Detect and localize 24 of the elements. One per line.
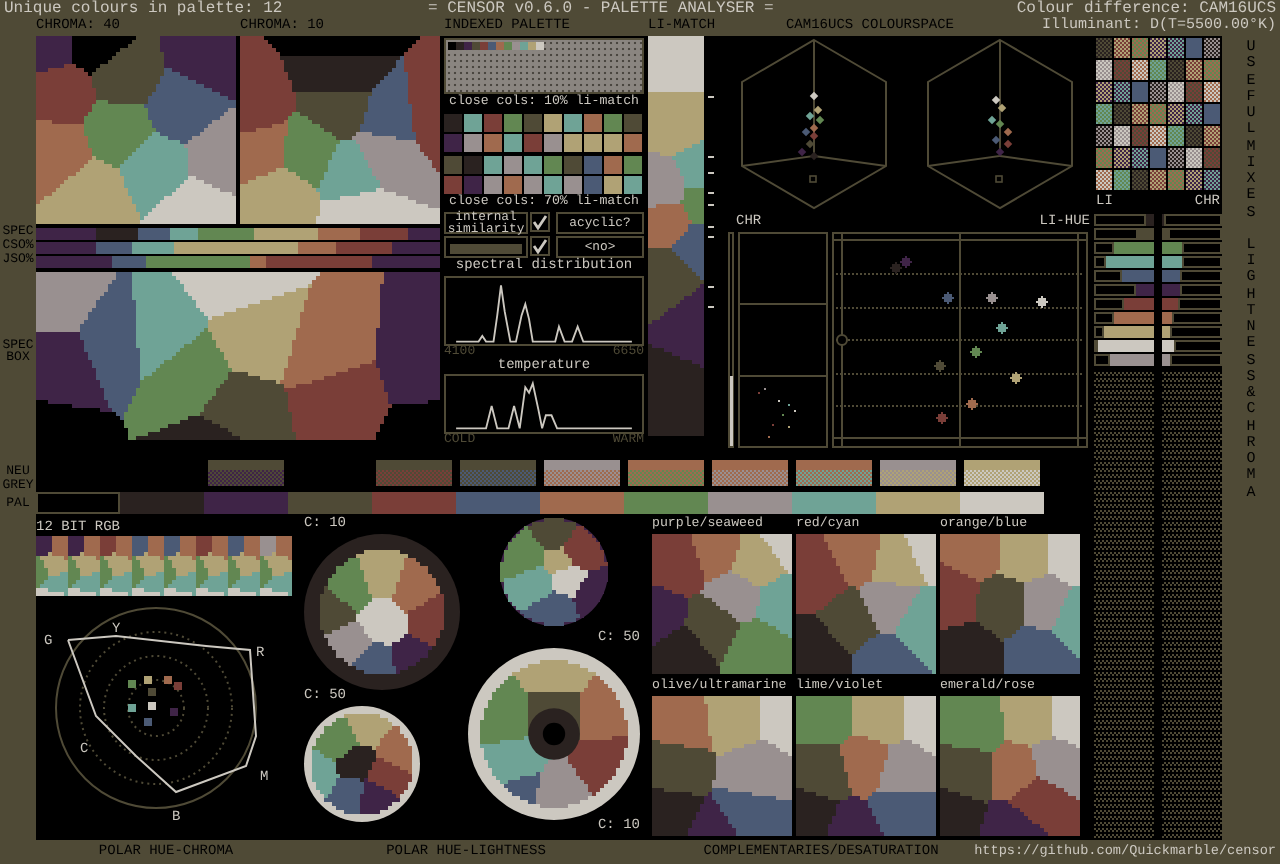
palette-summary: Unique colours in palette: 12: [4, 1, 285, 17]
hue-lightness-wheel: [304, 706, 420, 822]
voronoi-drawing: [652, 534, 792, 674]
checkbox[interactable]: [530, 212, 550, 233]
desaturation-swatch: [964, 460, 1040, 492]
desaturation-swatch: [376, 460, 452, 492]
desaturation-swatch: [460, 460, 536, 492]
app-title: = CENSOR v0.6.0 - PALETTE ANALYSER =: [428, 1, 776, 17]
colour-dot-cluster: [128, 676, 182, 726]
voronoi-drawing: [652, 696, 792, 836]
checkbox[interactable]: [530, 236, 550, 257]
desaturation-swatch: [208, 460, 284, 492]
desaturation-swatch: [712, 460, 788, 492]
desaturation-swatch: [628, 460, 704, 492]
voronoi-drawing: [796, 696, 936, 836]
hue-lightness-wheel: [500, 518, 608, 626]
desaturation-swatch: [544, 460, 620, 492]
voronoi-drawing: [940, 534, 1080, 674]
voronoi-drawing: [940, 696, 1080, 836]
desaturation-swatch: [796, 460, 872, 492]
desaturation-swatch: [880, 460, 956, 492]
colour-difference-label: Colour difference: CAM16UCS: [1016, 1, 1276, 17]
voronoi-drawing: [796, 534, 936, 674]
similarity-slider[interactable]: [450, 244, 522, 255]
